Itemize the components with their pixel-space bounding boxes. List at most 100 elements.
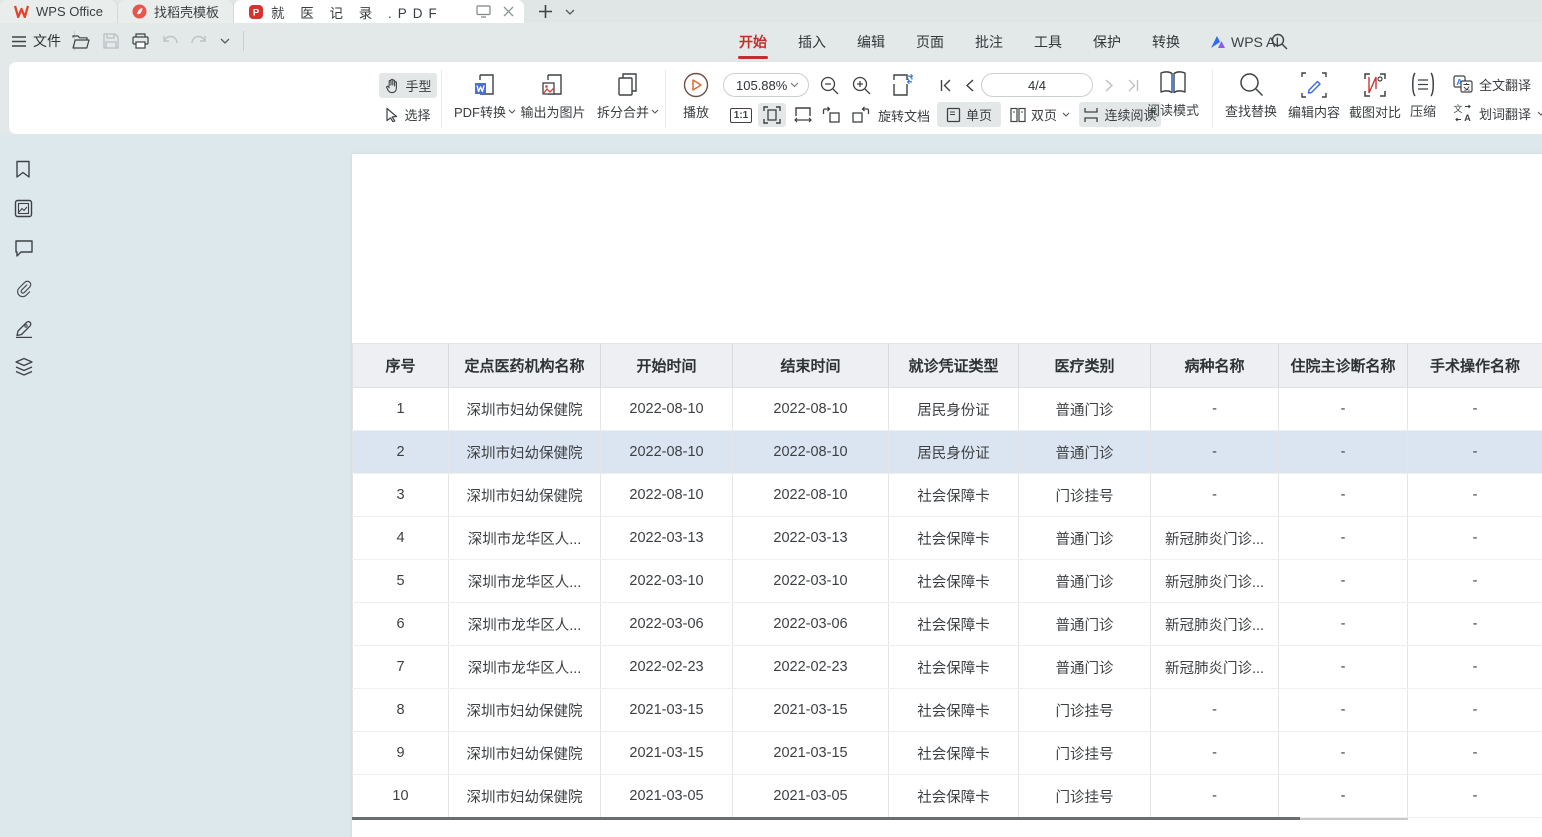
menu-page[interactable]: 页面 [915, 23, 945, 61]
table-cell: 3 [353, 474, 449, 517]
fit-page-button[interactable] [758, 103, 786, 127]
tab-wps-home[interactable]: WPS Office [0, 0, 118, 23]
menu-wps-ai[interactable]: WPS AI [1210, 34, 1279, 50]
table-cell: 2021-03-15 [601, 732, 733, 775]
screenshot-compare-icon [1362, 72, 1388, 98]
reflow-icon [890, 72, 917, 98]
table-cell: 深圳市妇幼保健院 [449, 474, 601, 517]
document-viewport: 序号定点医药机构名称开始时间结束时间就诊凭证类型医疗类别病种名称住院主诊断名称手… [0, 135, 1542, 837]
play-button[interactable]: 播放 [675, 72, 717, 121]
table-cell: - [1279, 732, 1408, 775]
table-cell: - [1408, 775, 1542, 818]
prev-page-button[interactable] [959, 75, 979, 95]
split-merge-button[interactable]: 拆分合并 [589, 72, 667, 121]
tab-list-chevron-icon[interactable] [565, 9, 575, 15]
menu-search-icon[interactable] [1271, 33, 1288, 50]
table-cell: 新冠肺炎门诊... [1151, 560, 1279, 603]
reflow-button[interactable] [887, 71, 919, 99]
table-cell: - [1279, 560, 1408, 603]
chevron-down-icon [1062, 112, 1070, 117]
table-cell: 门诊挂号 [1019, 689, 1151, 732]
pdf-page[interactable]: 序号定点医药机构名称开始时间结束时间就诊凭证类型医疗类别病种名称住院主诊断名称手… [352, 154, 1542, 837]
select-tool-label: 选择 [404, 105, 430, 124]
single-page-button[interactable]: 单页 [937, 102, 1001, 127]
last-page-button[interactable] [1121, 75, 1143, 95]
bookmark-icon [14, 160, 32, 179]
save-icon[interactable] [103, 33, 119, 49]
sidebar-comments-button[interactable] [14, 239, 34, 257]
table-cell: 2021-03-15 [601, 689, 733, 732]
undo-icon[interactable] [162, 35, 178, 48]
menu-edit[interactable]: 编辑 [856, 23, 886, 61]
menu-annotate[interactable]: 批注 [974, 23, 1004, 61]
table-cell: 2022-08-10 [733, 388, 889, 431]
hand-tool-button[interactable]: 手型 [379, 73, 437, 98]
table-cell: 社会保障卡 [889, 517, 1019, 560]
menu-protect[interactable]: 保护 [1092, 23, 1122, 61]
next-page-button[interactable] [1099, 75, 1119, 95]
table-cell: 2022-08-10 [601, 388, 733, 431]
hamburger-icon [12, 36, 26, 47]
sidebar-layers-button[interactable] [14, 357, 34, 377]
divider [243, 31, 244, 51]
table-row: 7深圳市龙华区人...2022-02-232022-02-23社会保障卡普通门诊… [353, 646, 1542, 689]
next-page-icon [1105, 79, 1114, 92]
table-row: 1深圳市妇幼保健院2022-08-102022-08-10居民身份证普通门诊--… [353, 388, 1542, 431]
sidebar-bookmark-button[interactable] [14, 160, 32, 179]
zoom-out-button[interactable] [817, 74, 841, 96]
read-mode-button[interactable]: 阅读模式 [1144, 70, 1202, 119]
cursor-icon [385, 107, 399, 122]
rotate-right-button[interactable] [847, 103, 873, 127]
menu-home[interactable]: 开始 [738, 23, 768, 61]
page-number-input[interactable] [981, 73, 1093, 97]
sidebar-attachments-button[interactable] [14, 279, 33, 298]
quickbar-chevron-icon[interactable] [220, 38, 230, 44]
menu-insert[interactable]: 插入 [797, 23, 827, 61]
table-cell: 深圳市妇幼保健院 [449, 689, 601, 732]
tab-docer[interactable]: 找稻壳模板 [118, 0, 234, 23]
export-image-button[interactable]: 输出为图片 [511, 72, 595, 121]
sidebar-thumbnails-button[interactable] [14, 199, 33, 218]
table-cell: 2022-08-10 [733, 474, 889, 517]
sidebar-signature-button[interactable] [14, 318, 34, 338]
table-cell: 2022-08-10 [601, 431, 733, 474]
select-tool-button[interactable]: 选择 [379, 102, 437, 127]
close-tab-icon[interactable] [503, 6, 514, 17]
wps-logo-icon [14, 5, 29, 18]
double-page-button[interactable]: 双页 [1005, 102, 1075, 127]
fit-width-button[interactable] [790, 103, 816, 127]
table-cell: 普通门诊 [1019, 560, 1151, 603]
edit-content-label: 编辑内容 [1288, 102, 1340, 121]
tab-document[interactable]: P 就 医 记 录 .PDF [234, 0, 524, 23]
menu-tools[interactable]: 工具 [1033, 23, 1063, 61]
thumbnails-icon [14, 199, 33, 218]
table-cell: 社会保障卡 [889, 603, 1019, 646]
edit-content-button[interactable]: 编辑内容 [1281, 72, 1347, 121]
monitor-icon[interactable] [476, 5, 491, 18]
table-cell: 2022-03-06 [733, 603, 889, 646]
table-cell: 深圳市妇幼保健院 [449, 388, 601, 431]
table-cell: - [1408, 560, 1542, 603]
table-row: 4深圳市龙华区人...2022-03-132022-03-13社会保障卡普通门诊… [353, 517, 1542, 560]
print-icon[interactable] [132, 33, 149, 49]
word-translate-button[interactable]: 文A 划词翻译 [1451, 102, 1542, 124]
find-replace-button[interactable]: 查找替换 [1216, 72, 1286, 120]
file-menu-button[interactable]: 文件 [12, 31, 75, 51]
open-folder-icon[interactable] [72, 34, 90, 49]
table-cell: 2021-03-05 [733, 775, 889, 818]
actual-size-button[interactable]: 1:1 [728, 103, 754, 127]
export-image-icon [540, 72, 566, 98]
zoom-level-select[interactable]: 105.88% [723, 73, 809, 97]
zoom-in-button[interactable] [849, 74, 873, 96]
redo-icon[interactable] [191, 35, 207, 48]
medical-records-table: 序号定点医药机构名称开始时间结束时间就诊凭证类型医疗类别病种名称住院主诊断名称手… [352, 343, 1542, 818]
menu-convert[interactable]: 转换 [1151, 23, 1181, 61]
new-tab-icon[interactable] [538, 4, 553, 19]
first-page-button[interactable] [935, 75, 957, 95]
rotate-left-button[interactable] [819, 103, 845, 127]
compress-button[interactable]: 压缩 [1394, 72, 1452, 120]
tab-label: WPS Office [36, 4, 103, 19]
rotate-document-button[interactable]: 旋转文档 [875, 103, 933, 127]
table-row: 6深圳市龙华区人...2022-03-062022-03-06社会保障卡普通门诊… [353, 603, 1542, 646]
full-translate-button[interactable]: A 全文翻译 [1451, 73, 1533, 95]
